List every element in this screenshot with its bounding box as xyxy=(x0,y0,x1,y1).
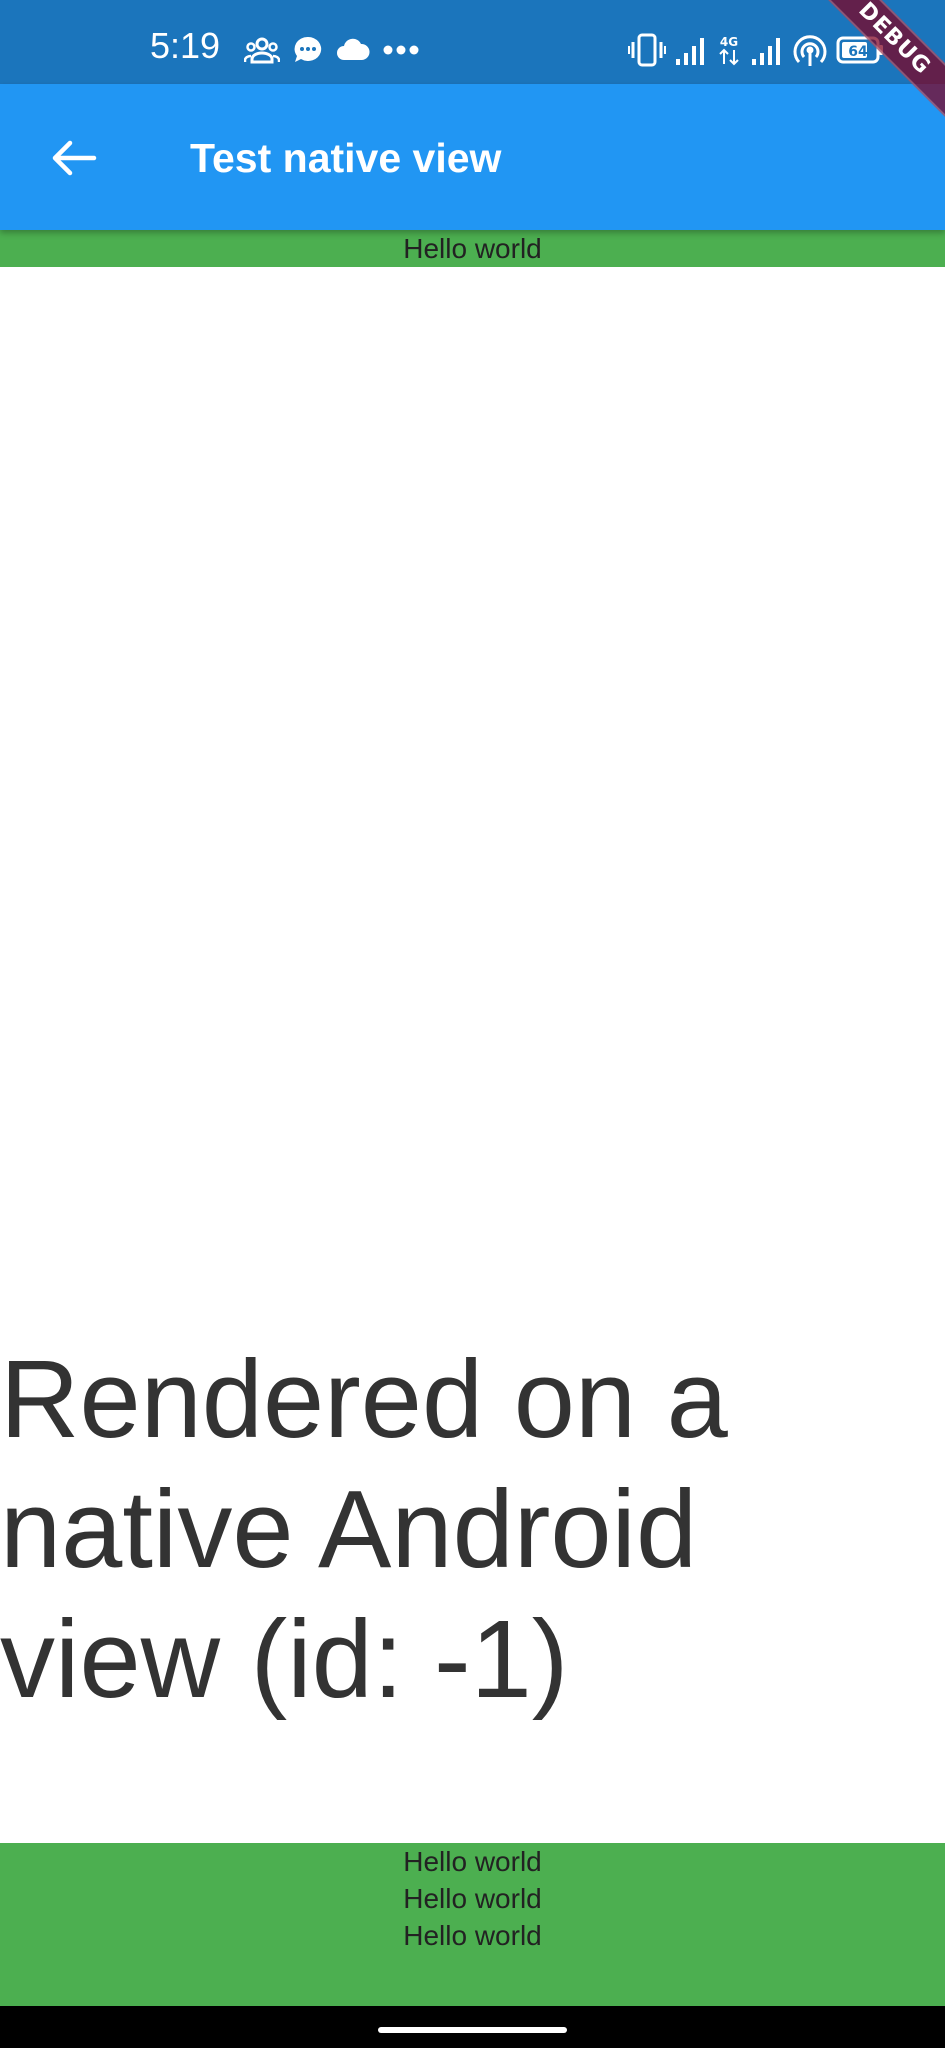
cloud-icon xyxy=(336,38,370,62)
app-bar: Test native view xyxy=(0,84,945,230)
mobile-data-4g-icon: 4G xyxy=(716,33,742,67)
arrow-back-icon xyxy=(50,138,98,178)
back-button[interactable] xyxy=(38,128,110,188)
more-dots-icon xyxy=(382,44,420,56)
status-bar: 5:19 4G 64 xyxy=(0,0,945,84)
hotspot-icon xyxy=(792,32,828,68)
home-gesture-handle[interactable] xyxy=(378,2027,567,2033)
bottom-hello-line: Hello world xyxy=(403,1883,542,1914)
network-type-label: 4G xyxy=(720,35,738,49)
page-title: Test native view xyxy=(190,135,502,181)
top-hello-strip: Hello world xyxy=(0,230,945,267)
signal-icon xyxy=(750,35,784,65)
bottom-hello-line: Hello world xyxy=(403,1920,542,1951)
bottom-hello-strip: Hello world Hello world Hello world xyxy=(0,1843,945,2006)
group-icon xyxy=(244,36,280,64)
status-system-icons: 4G 64 xyxy=(628,28,884,72)
native-android-view: Rendered on a native Android view (id: -… xyxy=(0,267,945,1843)
system-navigation-bar xyxy=(0,2006,945,2048)
status-notification-icons xyxy=(244,30,420,70)
battery-level: 64 xyxy=(848,44,868,60)
chat-bubble-icon xyxy=(292,34,324,66)
vibrate-icon xyxy=(628,33,666,67)
native-view-text: Rendered on a native Android view (id: -… xyxy=(0,1338,728,1721)
signal-icon xyxy=(674,35,708,65)
bottom-hello-line: Hello world xyxy=(403,1846,542,1877)
status-time: 5:19 xyxy=(150,25,221,66)
